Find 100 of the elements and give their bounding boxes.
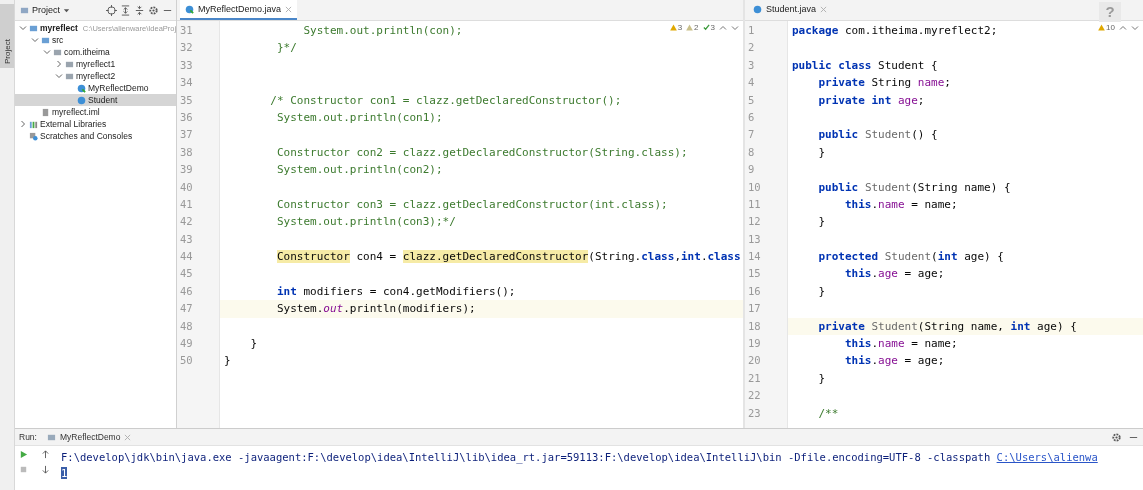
line-number: 16 (747, 283, 762, 299)
tree-item[interactable]: Scratches and Consoles (15, 130, 176, 142)
code-line: Constructor con2 = clazz.getDeclaredConstructor(String.class); (276, 145, 688, 159)
close-icon[interactable] (285, 5, 293, 13)
next-icon[interactable] (1131, 23, 1139, 32)
line-number: 47 (179, 301, 194, 317)
code-line: this.age = age; (844, 354, 945, 368)
caret-icon (63, 6, 70, 14)
tree-item[interactable]: com.itheima (15, 46, 176, 58)
code-line: } (817, 145, 826, 159)
project-tool-tab[interactable]: Project (0, 4, 14, 68)
class-icon (753, 4, 762, 14)
line-number: 12 (747, 214, 762, 230)
line-number: 15 (747, 266, 762, 282)
close-icon[interactable] (124, 433, 132, 441)
stop-icon[interactable] (19, 465, 28, 474)
run-label: Run: (19, 432, 37, 442)
code-line: } (817, 371, 826, 385)
line-number: 48 (179, 318, 194, 334)
code-line: package com.itheima.myreflect2; (792, 24, 998, 37)
code-line: System.out.println(con2); (276, 163, 443, 177)
line-number: 20 (747, 353, 762, 369)
line-number: 41 (179, 196, 194, 212)
line-number: 21 (747, 370, 762, 386)
code-line: System.out.println(con3);*/ (276, 215, 456, 229)
tab-title: Student.java (766, 4, 817, 14)
line-number: 11 (747, 196, 762, 212)
expand-all-icon[interactable] (120, 4, 131, 16)
line-number: 6 (747, 109, 756, 125)
locate-icon[interactable] (106, 4, 117, 16)
line-number: 17 (747, 301, 762, 317)
next-icon[interactable] (731, 23, 739, 32)
tree-item[interactable]: myreflect2 (15, 70, 176, 82)
tree-label: MyReflectDemo (88, 83, 149, 93)
down-arrow-icon[interactable] (41, 465, 50, 474)
line-number: 50 (179, 353, 194, 369)
line-number: 32 (179, 40, 194, 56)
code-line: public Student() { (817, 128, 938, 142)
code-line: int modifiers = con4.getModifiers(); (276, 284, 516, 298)
console-icon (46, 432, 56, 442)
code-line: this.age = age; (844, 267, 945, 281)
code-line: System.out.println(con); (302, 24, 463, 37)
warning-icon (1098, 24, 1106, 31)
line-number: 9 (747, 162, 756, 178)
tree-label: myreflect (40, 23, 78, 33)
tree-label: src (52, 35, 64, 45)
line-number: 5 (747, 92, 756, 108)
editor-tab[interactable]: MyReflectDemo.java (180, 0, 298, 20)
code-line: public Student(String name) { (817, 180, 1011, 194)
line-number: 35 (179, 92, 194, 108)
line-number: 31 (179, 23, 194, 38)
warning-icon (669, 24, 677, 31)
line-number: 4 (747, 75, 756, 91)
up-arrow-icon[interactable] (41, 450, 50, 459)
tree-label: Student (88, 95, 118, 105)
line-number: 13 (747, 231, 762, 247)
warning-icon (686, 24, 694, 31)
tree-item[interactable]: src (15, 34, 176, 46)
code-line: System.out.println(con1); (276, 110, 443, 124)
inspection-count[interactable]: 10 (1106, 23, 1115, 32)
class-icon (77, 95, 86, 105)
run-tab[interactable]: MyReflectDemo (42, 432, 136, 442)
previous-icon[interactable] (1119, 23, 1127, 32)
line-number: 39 (179, 162, 194, 178)
collapse-all-icon[interactable] (134, 4, 145, 16)
settings-icon[interactable] (1111, 431, 1122, 443)
tree-item[interactable]: External Libraries (15, 118, 176, 130)
line-number: 19 (747, 336, 762, 352)
close-icon[interactable] (820, 5, 828, 13)
tree-item[interactable]: Student (15, 94, 176, 106)
code-line: } (224, 354, 231, 368)
line-number: 40 (179, 179, 194, 195)
settings-icon[interactable] (148, 4, 159, 16)
class-icon (185, 4, 194, 14)
tree-item[interactable]: myreflect.iml (15, 106, 176, 118)
console-command: F:\develop\jdk\bin\java.exe -javaagent:F:\develop\idea\IntelliJ\lib\idea_rt.jar=59113:F:\develop\idea\IntelliJ\bin -Dfile.encoding=UTF-8 -classpath (61, 451, 991, 463)
line-number: 8 (747, 144, 756, 160)
line-number: 45 (179, 266, 194, 282)
inspection-count[interactable]: 3 (677, 23, 683, 32)
line-number: 22 (747, 388, 762, 404)
code-line: } (817, 284, 826, 298)
previous-icon[interactable] (719, 23, 727, 32)
code-line: private Student(String name, int age) { (817, 319, 1077, 333)
code-line: Constructor con4 = clazz.getDeclaredConstructor(String.class,int.class (275, 250, 741, 264)
editor-tab[interactable]: Student.java (748, 0, 833, 20)
run-icon[interactable] (19, 450, 28, 459)
tree-label: myreflect1 (76, 59, 116, 69)
inspection-count[interactable]: 2 (694, 23, 699, 32)
code-line: this.name = name; (844, 337, 958, 351)
tree-item[interactable]: MyReflectDemo (15, 82, 176, 94)
library-icon (29, 119, 38, 129)
inspection-count[interactable]: 3 (710, 23, 715, 32)
tree-item[interactable]: myreflect1 (15, 58, 176, 70)
line-number: 7 (747, 127, 756, 143)
line-number: 33 (179, 57, 194, 73)
line-number: 14 (747, 249, 762, 265)
classpath-link[interactable]: C:\Users\alienwa (996, 451, 1098, 463)
check-icon (702, 24, 710, 31)
project-view-dropdown[interactable]: Project (18, 5, 72, 15)
console-output: 1 (61, 467, 68, 479)
